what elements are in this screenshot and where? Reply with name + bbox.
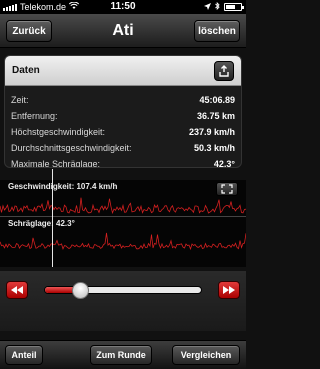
stat-label: Zeit: [11,95,29,105]
to-round-button[interactable]: Zum Runde [90,345,152,365]
battery-icon [224,3,244,11]
stat-value: 50.3 km/h [193,143,235,153]
trace-line [0,197,246,215]
export-button[interactable] [214,61,234,81]
bottom-toolbar: Anteil Zum Runde Vergleichen [0,340,246,369]
navigation-bar: Zurück Ati löschen [0,14,246,48]
stats-list: Zeit: 45:06.89 Entfernung: 36.75 km Höch… [5,86,241,168]
stat-value: 237.9 km/h [188,127,235,137]
card-title: Daten [12,65,40,76]
fullscreen-button[interactable] [216,182,238,196]
playback-controls [0,271,246,331]
status-bar: Telekom.de 11:50 [0,0,246,14]
fast-forward-icon [223,286,235,294]
stat-label: Entfernung: [11,111,58,121]
stat-value: 36.75 km [196,111,235,121]
stat-value: 45:06.89 [199,95,235,105]
slider-thumb[interactable] [71,282,89,299]
card-header: Daten [5,56,241,86]
location-arrow-icon [204,2,211,12]
trace-line [0,232,246,251]
stat-label: Maximale Schräglage: [11,159,101,168]
speed-chart-label: Geschwindigkeit: 107.4 km/h [8,182,118,191]
stat-row-max-lean: Maximale Schräglage: 42.3° [5,156,241,168]
stat-value: 42.3° [213,159,235,168]
data-card: Daten Zeit: 45:06.89 Entfernung: 36.75 k… [4,55,242,168]
playback-slider[interactable] [44,282,202,299]
stat-row-distance: Entfernung: 36.75 km [5,108,241,124]
export-icon [219,65,229,77]
lean-chart[interactable]: Schräglage: 42.3° [0,217,246,267]
lean-chart-label: Schräglage: 42.3° [8,219,75,228]
stat-label: Höchstgeschwindigkeit: [11,127,106,137]
bluetooth-icon [215,1,220,12]
forward-button[interactable] [218,281,240,299]
expand-icon [221,184,233,194]
share-button[interactable]: Anteil [5,345,43,365]
stat-row-time: Zeit: 45:06.89 [5,92,241,108]
stat-row-max-speed: Höchstgeschwindigkeit: 237.9 km/h [5,124,241,140]
delete-button[interactable]: löschen [194,20,240,42]
rewind-button[interactable] [6,281,28,299]
stat-row-avg-speed: Durchschnittsgeschwindigkeit: 50.3 km/h [5,140,241,156]
speed-chart[interactable]: Geschwindigkeit: 107.4 km/h [0,180,246,216]
rewind-icon [11,286,23,294]
stat-label: Durchschnittsgeschwindigkeit: [11,143,132,153]
compare-button[interactable]: Vergleichen [172,345,240,365]
